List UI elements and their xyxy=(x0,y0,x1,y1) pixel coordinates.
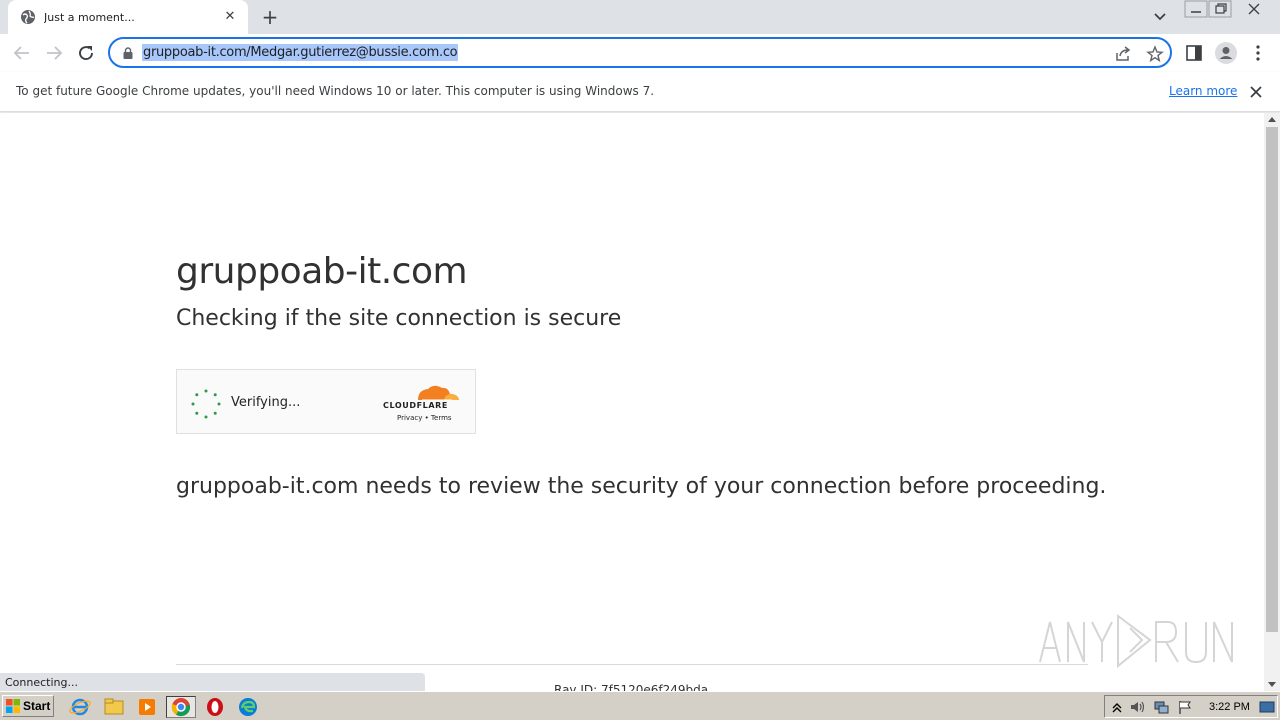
update-infobar: To get future Google Chrome updates, you… xyxy=(0,72,1280,112)
security-review-message: gruppoab-it.com needs to review the secu… xyxy=(176,474,1107,499)
scroll-down-arrow-icon[interactable] xyxy=(1268,682,1276,687)
windows-taskbar: Start 3:22 PM xyxy=(0,691,1280,720)
forward-icon[interactable] xyxy=(42,41,66,65)
system-tray: 3:22 PM xyxy=(1104,695,1278,718)
back-icon[interactable] xyxy=(10,41,34,65)
status-bubble: Connecting... xyxy=(0,673,425,691)
infobar-message: To get future Google Chrome updates, you… xyxy=(16,84,655,98)
chrome-icon xyxy=(171,698,191,717)
lock-icon[interactable] xyxy=(122,47,134,59)
media-player-icon[interactable] xyxy=(135,696,159,718)
taskbar-clock[interactable]: 3:22 PM xyxy=(1209,701,1250,713)
browser-tab[interactable]: Just a moment... ✕ xyxy=(8,0,248,34)
page-subtitle: Checking if the site connection is secur… xyxy=(176,306,622,331)
vertical-scrollbar[interactable] xyxy=(1264,113,1280,691)
share-icon[interactable] xyxy=(1114,45,1132,63)
chrome-taskbar-button[interactable] xyxy=(166,696,196,718)
volume-icon[interactable] xyxy=(1129,699,1145,715)
tab-search-icon[interactable] xyxy=(1150,8,1170,26)
bookmark-star-icon[interactable] xyxy=(1146,45,1164,63)
address-bar[interactable]: gruppoab-it.com/Medgar.gutierrez@bussie.… xyxy=(108,37,1172,68)
reload-icon[interactable] xyxy=(74,41,98,65)
minimize-icon[interactable] xyxy=(1184,0,1208,18)
windows-logo-icon xyxy=(6,699,20,713)
anyrun-watermark-logo xyxy=(1039,614,1233,669)
side-panel-icon[interactable] xyxy=(1184,43,1204,63)
cloudflare-challenge-widget[interactable]: Verifying... CLOUDFLARE Privacy • Terms xyxy=(176,369,476,434)
show-desktop-icon[interactable] xyxy=(1259,699,1275,715)
start-button[interactable]: Start xyxy=(2,695,54,717)
network-icon[interactable] xyxy=(1153,699,1169,715)
site-name-heading: gruppoab-it.com xyxy=(176,251,468,292)
file-explorer-icon[interactable] xyxy=(102,696,126,718)
cloudflare-brand: CLOUDFLARE xyxy=(383,401,448,410)
scroll-up-arrow-icon[interactable] xyxy=(1268,117,1276,122)
tab-title: Just a moment... xyxy=(44,10,135,24)
privacy-terms-links[interactable]: Privacy • Terms xyxy=(397,414,452,422)
opera-icon[interactable] xyxy=(203,696,227,718)
new-tab-button[interactable]: + xyxy=(258,6,282,28)
footer-divider xyxy=(176,664,1088,665)
restore-icon[interactable] xyxy=(1208,0,1232,18)
verifying-status: Verifying... xyxy=(231,395,301,410)
action-center-flag-icon[interactable] xyxy=(1177,699,1193,715)
spinner-icon xyxy=(191,389,221,419)
profile-avatar-icon[interactable] xyxy=(1214,41,1238,65)
tray-expand-icon[interactable] xyxy=(1109,699,1125,715)
start-label: Start xyxy=(23,699,51,713)
window-close-icon[interactable] xyxy=(1242,0,1266,18)
scrollbar-thumb[interactable] xyxy=(1266,127,1278,632)
infobar-close-icon[interactable] xyxy=(1246,82,1266,102)
tab-strip: Just a moment... ✕ + xyxy=(0,0,1280,34)
internet-explorer-icon[interactable] xyxy=(68,696,92,718)
ray-id: Ray ID: 7f5120e6f249bda xyxy=(554,683,709,691)
tab-close-icon[interactable]: ✕ xyxy=(222,9,238,25)
globe-icon xyxy=(21,10,35,24)
url-text[interactable]: gruppoab-it.com/Medgar.gutierrez@bussie.… xyxy=(142,44,459,61)
browser-toolbar: gruppoab-it.com/Medgar.gutierrez@bussie.… xyxy=(0,34,1280,72)
menu-kebab-icon[interactable] xyxy=(1248,43,1268,63)
learn-more-link[interactable]: Learn more xyxy=(1169,84,1237,98)
edge-icon[interactable] xyxy=(236,696,260,718)
page-content: gruppoab-it.com Checking if the site con… xyxy=(0,113,1264,691)
